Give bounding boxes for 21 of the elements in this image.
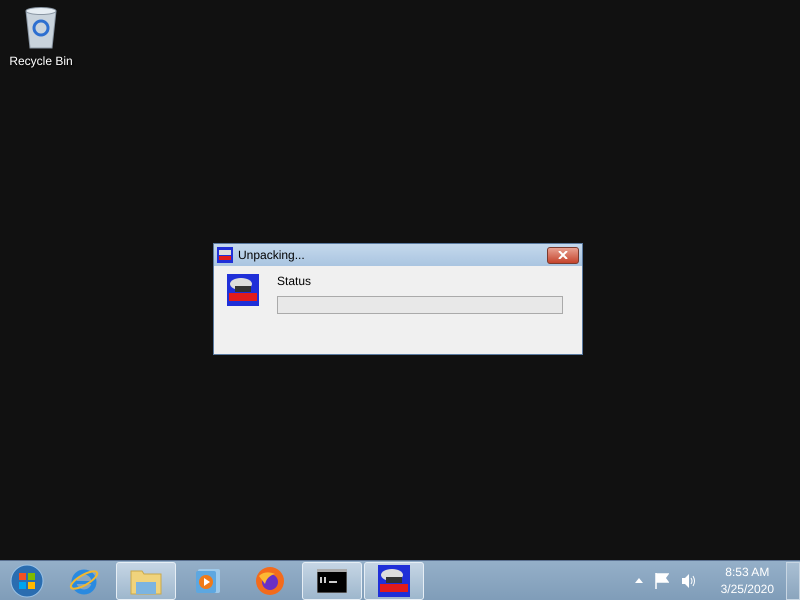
show-hidden-icons-icon[interactable] — [634, 578, 643, 583]
trash-bin-icon — [23, 6, 59, 50]
show-desktop-button[interactable] — [786, 562, 800, 600]
taskbar-button[interactable] — [302, 562, 362, 600]
close-button[interactable] — [547, 246, 579, 264]
clock-date: 3/25/2020 — [720, 582, 774, 596]
close-icon — [558, 251, 568, 259]
windows-logo-icon — [10, 564, 44, 598]
speaker-icon[interactable] — [680, 572, 697, 588]
flag-icon[interactable] — [654, 572, 669, 588]
media-player-icon — [195, 566, 221, 594]
taskbar-button[interactable] — [364, 562, 424, 600]
clock-time: 8:53 AM — [725, 565, 770, 579]
status-label: Status — [277, 274, 312, 288]
app-icon — [217, 247, 233, 263]
window-title: Unpacking... — [238, 248, 306, 262]
desktop-shortcut[interactable]: Recycle Bin — [4, 6, 78, 68]
app-logo-icon — [378, 564, 410, 596]
app-logo-icon — [227, 274, 259, 306]
terminal-icon — [317, 568, 347, 592]
browser-fox-icon — [255, 566, 285, 596]
